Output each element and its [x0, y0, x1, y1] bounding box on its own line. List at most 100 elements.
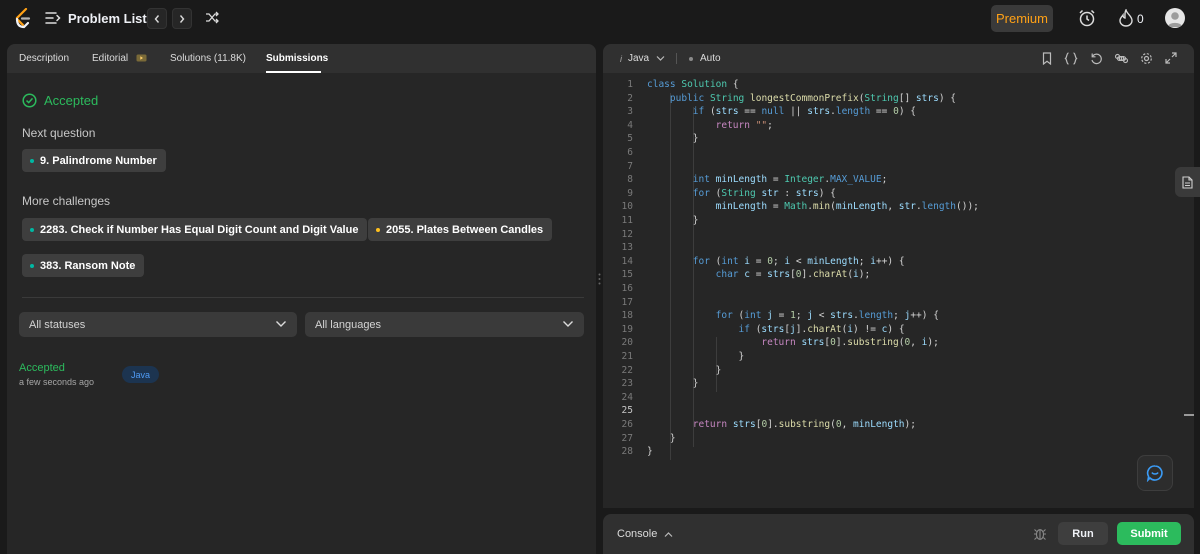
code-line[interactable]: 10 minLength = Math.min(minLength, str.l… [603, 201, 1181, 215]
shortcuts-command-icon[interactable] [1115, 52, 1128, 65]
debug-bug-icon[interactable] [1033, 526, 1047, 541]
code-text: return strs[0].substring(0, i); [761, 337, 939, 349]
auto-mode-toggle[interactable]: Auto [689, 53, 721, 64]
notes-side-tab[interactable] [1175, 167, 1200, 197]
chevron-down-icon [276, 321, 286, 327]
editor-scrollbar[interactable] [1184, 414, 1194, 416]
code-line[interactable]: 6 [603, 147, 1181, 161]
tab-editorial[interactable]: Editorial [92, 53, 147, 64]
language-value: Java [628, 53, 650, 64]
section-divider [22, 297, 584, 298]
language-select[interactable]: i Java [620, 53, 665, 64]
next-problem-button[interactable] [172, 8, 192, 29]
submit-button[interactable]: Submit [1117, 522, 1181, 545]
line-number: 24 [621, 391, 633, 403]
mode-label: Auto [700, 53, 721, 64]
check-circle-icon [22, 93, 37, 108]
alarm-clock-icon[interactable] [1078, 9, 1096, 27]
line-number: 2 [627, 92, 633, 104]
panel-resize-handle[interactable] [598, 273, 601, 285]
status-filter-select[interactable]: All statuses [19, 312, 297, 337]
code-editor-panel: i Java Auto 1 class Solution {2 public … [603, 44, 1194, 508]
line-number: 9 [627, 187, 633, 199]
settings-gear-icon[interactable] [1140, 52, 1153, 65]
line-number: 27 [621, 432, 633, 444]
code-editor[interactable]: 1 class Solution {2 public String longest… [603, 79, 1181, 479]
leetcode-logo-icon[interactable] [14, 8, 32, 29]
premium-button[interactable]: Premium [991, 5, 1053, 32]
code-line[interactable]: 1 class Solution { [603, 79, 1181, 93]
code-line[interactable]: 22 } [603, 365, 1181, 379]
difficulty-dot [30, 263, 34, 268]
line-number: 14 [621, 255, 633, 267]
submission-language-badge: Java [122, 366, 160, 383]
next-question-title: 9. Palindrome Number [40, 154, 157, 167]
console-toggle[interactable]: Console [617, 528, 673, 540]
code-line[interactable]: 23 } [603, 378, 1181, 392]
problem-list-link[interactable]: Problem List [68, 11, 147, 26]
bookmark-icon[interactable] [1041, 52, 1053, 65]
reset-code-icon[interactable] [1090, 52, 1103, 65]
submission-status-link[interactable]: Accepted [19, 362, 65, 374]
code-line[interactable]: 13 [603, 242, 1181, 256]
code-line[interactable]: 27 } [603, 433, 1181, 447]
code-line[interactable]: 12 [603, 229, 1181, 243]
code-line[interactable]: 14 for (int i = 0; i < minLength; i++) { [603, 256, 1181, 270]
tab-solutions[interactable]: Solutions (11.8K) [170, 53, 246, 64]
code-line[interactable]: 5 } [603, 133, 1181, 147]
line-number: 13 [621, 242, 633, 254]
code-text: char c = strs[0].charAt(i); [715, 269, 871, 281]
challenge-chip[interactable]: 383. Ransom Note [22, 254, 145, 277]
user-avatar[interactable] [1165, 8, 1185, 28]
line-number: 28 [621, 446, 633, 458]
prev-problem-button[interactable] [147, 8, 167, 29]
code-line[interactable]: 20 return strs[0].substring(0, i); [603, 337, 1181, 351]
line-number: 12 [621, 228, 633, 240]
code-line[interactable]: 18 for (int j = 1; j < strs.length; j++)… [603, 310, 1181, 324]
code-text: for (String str : strs) { [692, 187, 836, 199]
code-line[interactable]: 24 [603, 392, 1181, 406]
code-text: } [647, 215, 699, 226]
submission-time: a few seconds ago [19, 377, 95, 387]
line-number: 23 [621, 378, 633, 390]
language-filter-select[interactable]: All languages [305, 312, 584, 337]
chat-assistant-button[interactable] [1137, 455, 1173, 491]
code-line[interactable]: 17 [603, 297, 1181, 311]
code-line[interactable]: 25 [603, 405, 1181, 419]
code-line[interactable]: 11 } [603, 215, 1181, 229]
code-line[interactable]: 15 char c = strs[0].charAt(i); [603, 269, 1181, 283]
code-text: return strs[0].substring(0, minLength); [692, 419, 916, 430]
code-line[interactable]: 9 for (String str : strs) { [603, 188, 1181, 202]
code-line[interactable]: 19 if (strs[j].charAt(i) != c) { [603, 324, 1181, 338]
code-line[interactable]: 7 [603, 161, 1181, 175]
line-number: 5 [627, 133, 633, 145]
shuffle-icon[interactable] [205, 11, 220, 24]
chevron-left-icon [154, 14, 160, 23]
code-line[interactable]: 4 return ""; [603, 120, 1181, 134]
run-button[interactable]: Run [1058, 522, 1108, 545]
challenge-title: 383. Ransom Note [40, 259, 136, 272]
toolbar-divider [676, 53, 677, 64]
chevron-down-icon [563, 321, 573, 327]
code-text: if (strs == null || strs.length == 0) { [692, 106, 916, 118]
challenge-chip[interactable]: 2055. Plates Between Candles [368, 218, 553, 241]
code-line[interactable]: 16 [603, 283, 1181, 297]
tab-submissions[interactable]: Submissions [266, 53, 328, 64]
code-line[interactable]: 28} [603, 446, 1181, 460]
code-line[interactable]: 2 public String longestCommonPrefix(Stri… [603, 93, 1181, 107]
code-line[interactable]: 3 if (strs == null || strs.length == 0) … [603, 106, 1181, 120]
tab-description[interactable]: Description [19, 53, 69, 64]
streak-fire-icon[interactable] [1118, 9, 1134, 27]
code-line[interactable]: 26 return strs[0].substring(0, minLength… [603, 419, 1181, 433]
line-number: 18 [621, 310, 633, 322]
code-line[interactable]: 21 } [603, 351, 1181, 365]
code-line[interactable]: 8 int minLength = Integer.MAX_VALUE; [603, 174, 1181, 188]
more-challenges-heading: More challenges [22, 194, 111, 208]
format-braces-icon[interactable] [1064, 52, 1078, 65]
video-icon [136, 54, 147, 62]
next-question-chip[interactable]: 9. Palindrome Number [22, 149, 166, 172]
problem-list-menu-icon[interactable] [45, 11, 61, 25]
fullscreen-expand-icon[interactable] [1165, 52, 1177, 64]
challenge-chip[interactable]: 2283. Check if Number Has Equal Digit Co… [22, 218, 368, 241]
challenge-title: 2055. Plates Between Candles [386, 223, 544, 236]
